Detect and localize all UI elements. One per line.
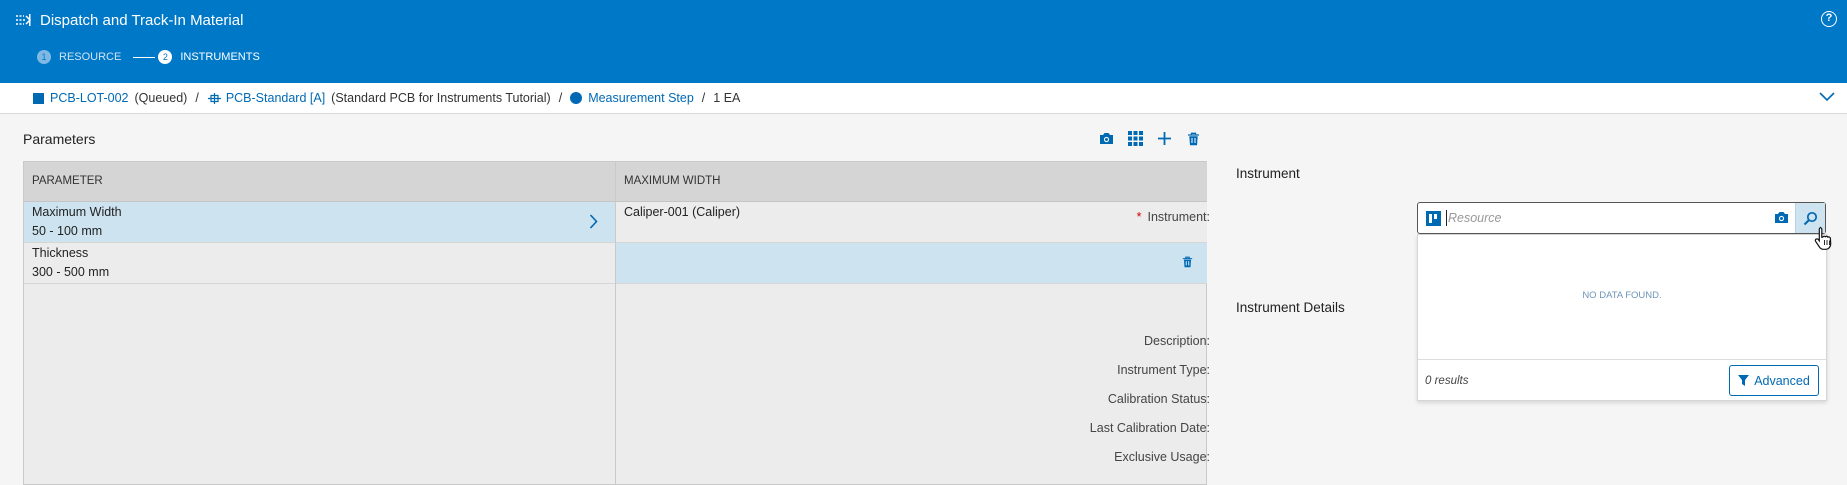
no-data-message: NO DATA FOUND.: [1582, 290, 1662, 301]
breadcrumb-step-link[interactable]: Measurement Step: [588, 91, 694, 105]
step-connector: [133, 56, 156, 58]
parameter-name: Maximum Width: [32, 205, 122, 219]
search-icon: [1803, 211, 1818, 225]
column-header-parameter: PARAMETER: [24, 162, 615, 202]
dispatch-icon: [16, 14, 32, 26]
grid-icon[interactable]: [1127, 130, 1144, 147]
parameter-range: 300 - 500 mm: [32, 265, 110, 279]
instrument-input[interactable]: [1448, 211, 1768, 225]
app-header: Dispatch and Track-In Material ? 1 RESOU…: [0, 0, 1847, 83]
step-resource[interactable]: RESOURCE: [59, 51, 121, 63]
breadcrumb-separator: /: [701, 91, 706, 105]
chevron-right-icon[interactable]: [589, 214, 598, 229]
chevron-down-icon[interactable]: [1819, 92, 1835, 102]
breadcrumb-separator: /: [558, 91, 563, 105]
resource-icon: [1426, 210, 1441, 226]
step-1-number[interactable]: 1: [37, 50, 51, 64]
table-row[interactable]: Thickness 300 - 500 mm: [24, 243, 615, 284]
product-icon: [207, 92, 222, 105]
advanced-button[interactable]: Advanced: [1729, 365, 1819, 396]
results-count: 0 results: [1425, 375, 1469, 387]
table-row[interactable]: [616, 243, 1207, 284]
exclusive-usage-label: Exclusive Usage:: [1114, 450, 1210, 464]
breadcrumb-product-desc: (Standard PCB for Instruments Tutorial): [331, 91, 551, 105]
breadcrumb-quantity: 1 EA: [713, 91, 741, 105]
parameters-toolbar: [1098, 130, 1202, 147]
step-2-number[interactable]: 2: [158, 50, 173, 64]
advanced-label: Advanced: [1754, 373, 1810, 388]
instrument-field[interactable]: [1417, 202, 1826, 234]
breadcrumb-lot-link[interactable]: PCB-LOT-002: [50, 91, 129, 105]
parameter-name: Thickness: [32, 246, 89, 260]
parameter-range: 50 - 100 mm: [32, 224, 103, 238]
table-row[interactable]: Maximum Width 50 - 100 mm: [24, 202, 615, 243]
breadcrumb: PCB-LOT-002 (Queued) / PCB-Standard [A] …: [0, 83, 1847, 114]
wizard-steps: 1 RESOURCE 2 INSTRUMENTS: [37, 50, 260, 64]
breadcrumb-lot-state: (Queued): [134, 91, 188, 105]
instrument-label-text: Instrument:: [1147, 210, 1210, 224]
page-title: Dispatch and Track-In Material: [40, 11, 244, 29]
instrument-label: * Instrument:: [990, 210, 1210, 224]
camera-icon[interactable]: [1098, 130, 1115, 147]
text-caret: [1446, 210, 1447, 226]
required-mark: *: [1136, 210, 1142, 224]
instrument-section-title: Instrument: [1236, 166, 1300, 181]
breadcrumb-separator: /: [195, 91, 199, 105]
last-calibration-date-label: Last Calibration Date:: [1089, 421, 1210, 435]
parameter-column: PARAMETER Maximum Width 50 - 100 mm Thic…: [24, 162, 616, 485]
step-instruments[interactable]: INSTRUMENTS: [180, 51, 259, 63]
description-label: Description:: [1144, 334, 1210, 348]
material-icon: [33, 92, 44, 104]
filter-icon: [1738, 375, 1750, 386]
hand-cursor-icon: [1814, 226, 1832, 250]
instrument-details-title: Instrument Details: [1236, 300, 1345, 315]
title-row: Dispatch and Track-In Material: [14, 10, 243, 30]
trash-icon[interactable]: [1185, 130, 1202, 147]
help-icon[interactable]: ?: [1821, 11, 1837, 27]
step-icon: [570, 92, 583, 104]
instrument-dropdown: NO DATA FOUND. 0 results Advanced: [1417, 234, 1827, 401]
column-header-maximum-width: MAXIMUM WIDTH: [616, 162, 1207, 202]
breadcrumb-product-link[interactable]: PCB-Standard [A]: [226, 91, 325, 105]
add-icon[interactable]: [1156, 130, 1173, 147]
calibration-status-label: Calibration Status:: [1107, 392, 1210, 406]
dropdown-footer: 0 results Advanced: [1418, 359, 1826, 402]
instrument-type-label: Instrument Type:: [1117, 363, 1210, 377]
camera-icon[interactable]: [1774, 211, 1789, 227]
parameters-title: Parameters: [23, 131, 96, 147]
trash-icon[interactable]: [1182, 256, 1193, 268]
